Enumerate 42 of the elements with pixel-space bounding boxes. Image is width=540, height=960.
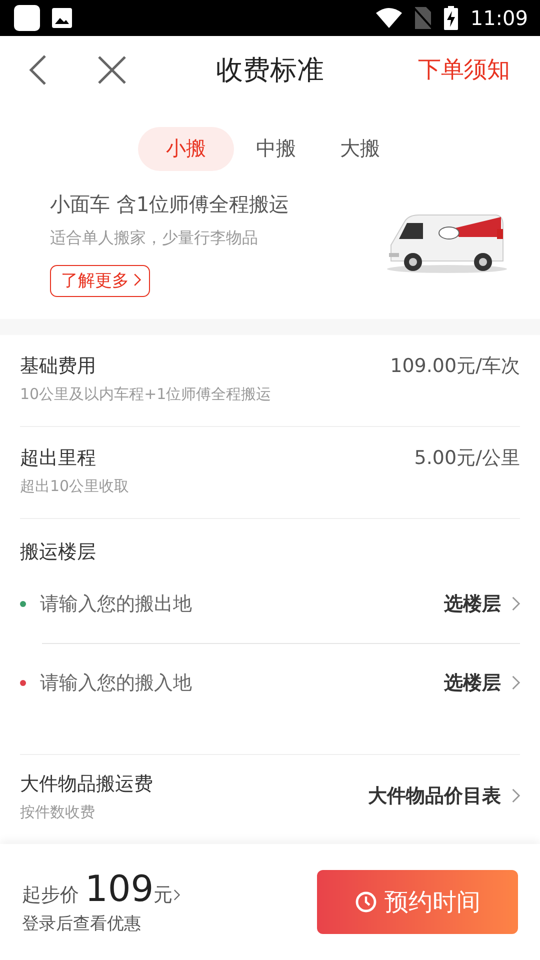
tab[interactable]: 大搬 xyxy=(318,126,402,171)
fee-name: 超出里程 xyxy=(20,446,97,471)
chevron-right-icon xyxy=(511,674,520,690)
close-button[interactable] xyxy=(98,56,126,84)
back-icon xyxy=(28,54,48,85)
battery-charging-icon xyxy=(444,6,458,30)
select-floor-link[interactable]: 选楼层 xyxy=(444,590,520,617)
fee-description: 10公里及以内车程+1位师傅全程搬运 xyxy=(20,384,272,404)
clock-time: 11:09 xyxy=(470,6,528,30)
chevron-right-icon xyxy=(511,788,520,804)
price-unit: 元 xyxy=(154,882,173,908)
fee-description: 按件数收费 xyxy=(20,802,96,822)
address-field[interactable]: 请输入您的搬入地 xyxy=(38,670,444,695)
learn-more-button[interactable]: 了解更多 xyxy=(50,264,150,297)
select-floor-link[interactable]: 选楼层 xyxy=(444,670,520,696)
chevron-right-icon xyxy=(511,596,520,612)
no-sim-icon xyxy=(414,6,432,29)
close-icon xyxy=(98,56,126,84)
order-notice-link[interactable]: 下单须知 xyxy=(418,54,510,86)
vehicle-description: 适合单人搬家，少量行李物品 xyxy=(50,228,258,249)
fee-price: 5.00元/公里 xyxy=(414,446,520,471)
fee-name: 基础费用 xyxy=(20,354,97,379)
image-icon xyxy=(52,8,72,28)
price-label: 起步价 xyxy=(22,882,79,908)
chevron-right-icon xyxy=(133,273,141,287)
clock-icon xyxy=(354,890,376,913)
app-icon xyxy=(14,4,40,31)
fee-name: 大件物品搬运费 xyxy=(20,772,154,797)
wifi-icon xyxy=(376,8,402,28)
vehicle-title: 小面车 含1位师傅全程搬运 xyxy=(50,190,290,218)
section-title: 搬运楼层 xyxy=(20,540,96,563)
tab[interactable]: 小搬 xyxy=(138,126,234,171)
fee-description: 超出10公里收取 xyxy=(20,476,130,496)
starting-price: 109 xyxy=(85,868,154,910)
back-button[interactable] xyxy=(28,54,48,85)
address-field[interactable]: 请输入您的搬出地 xyxy=(38,592,444,616)
fee-price: 109.00元/车次 xyxy=(390,354,520,379)
tab[interactable]: 中搬 xyxy=(234,126,318,171)
login-hint: 登录后查看优惠 xyxy=(22,912,142,935)
price-list-link[interactable]: 大件物品价目表 xyxy=(368,783,520,810)
chevron-right-icon xyxy=(172,888,180,901)
page-title: 收费标准 xyxy=(216,54,324,86)
